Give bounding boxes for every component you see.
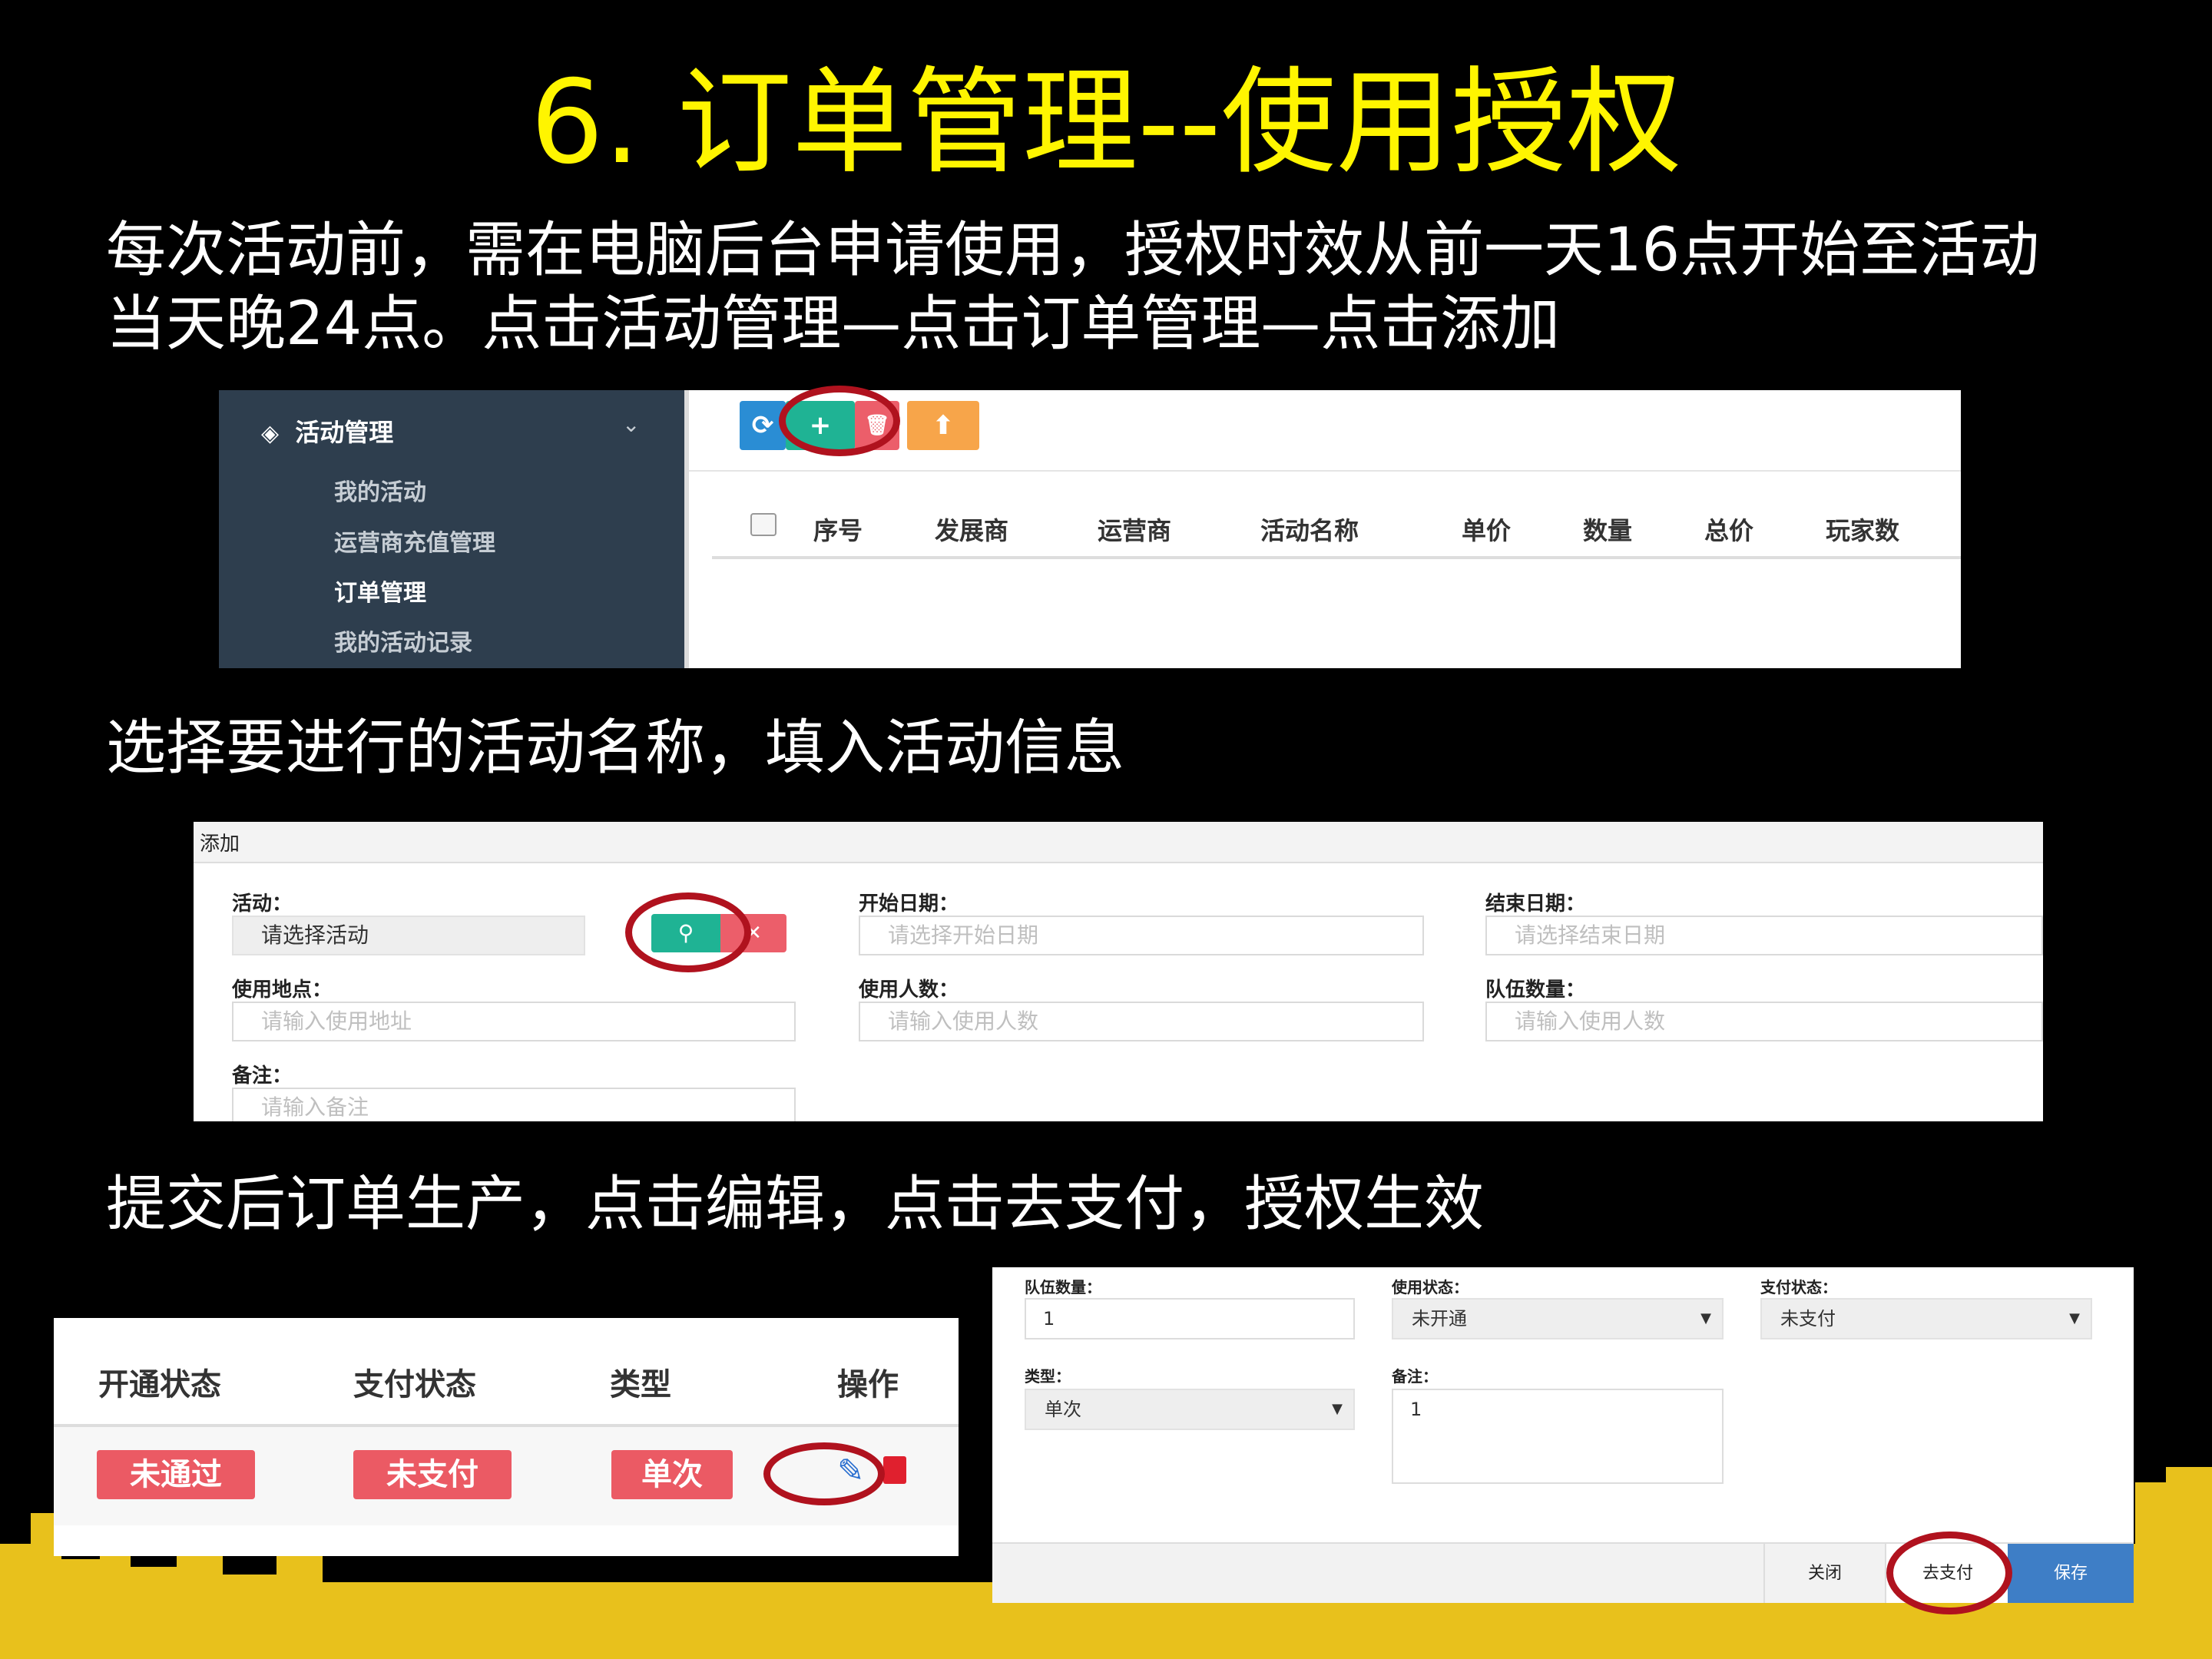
sidebar-item-order-management[interactable]: 订单管理 [334, 574, 426, 608]
dialog-header: 添加 [194, 822, 2043, 863]
column-header-players: 玩家数 [1826, 516, 1900, 545]
caret-down-icon: ▼ [1700, 1310, 1711, 1326]
place-label: 使用地点： [232, 979, 333, 1002]
team-count-input[interactable]: 1 [1025, 1298, 1355, 1339]
note-label: 备注： [232, 1065, 293, 1088]
dialog-title: 添加 [200, 833, 240, 856]
highlight-ring-add [779, 386, 900, 456]
upload-icon: ⬆ [932, 410, 955, 441]
close-button[interactable]: 关闭 [1763, 1544, 1885, 1603]
pay-status-value: 未支付 [1780, 1308, 1836, 1330]
type-label: 类型： [1025, 1367, 1071, 1386]
place-input[interactable]: 请输入使用地址 [232, 1002, 796, 1041]
intro-line-2: 当天晚24点。点击活动管理—点击订单管理—点击添加 [106, 290, 1561, 359]
step-2-text: 选择要进行的活动名称，填入活动信息 [106, 714, 1125, 783]
pay-status-label: 支付状态： [1760, 1278, 1837, 1296]
column-header-quantity: 数量 [1583, 516, 1633, 545]
sidebar-section-label: 活动管理 [295, 418, 394, 447]
column-header-total: 总价 [1704, 516, 1754, 545]
open-status-badge: 未通过 [97, 1450, 255, 1499]
people-label: 使用人数： [859, 979, 959, 1002]
use-status-select[interactable]: 未开通 ▼ [1392, 1298, 1724, 1339]
start-date-label: 开始日期： [859, 892, 959, 916]
cube-icon: ◈ [261, 420, 280, 447]
activity-label: 活动： [232, 892, 293, 916]
sidebar: ◈ 活动管理 ⌄ 我的活动 运营商充值管理 订单管理 我的活动记录 [219, 390, 684, 668]
start-date-input[interactable]: 请选择开始日期 [859, 916, 1424, 955]
step-3-text: 提交后订单生产，点击编辑，点击去支付，授权生效 [106, 1170, 1485, 1239]
table-header-border [712, 556, 1961, 559]
save-button[interactable]: 保存 [2008, 1544, 2134, 1603]
column-header-type: 类型 [610, 1367, 671, 1402]
team-count-label: 队伍数量： [1025, 1278, 1101, 1296]
export-button[interactable]: ⬆ [907, 401, 979, 450]
column-header-pay-status: 支付状态 [353, 1367, 476, 1402]
caret-down-icon: ▼ [2069, 1310, 2080, 1326]
select-all-checkbox[interactable] [750, 513, 777, 536]
caret-down-icon: ▼ [1332, 1401, 1343, 1417]
type-badge: 单次 [611, 1450, 733, 1499]
column-header-index: 序号 [813, 516, 863, 545]
column-header-operator: 运营商 [1098, 516, 1172, 545]
refresh-icon: ⟳ [751, 410, 774, 441]
highlight-ring-search [625, 892, 751, 972]
column-header-action: 操作 [837, 1367, 899, 1402]
column-header-developer: 发展商 [935, 516, 1009, 545]
end-date-input[interactable]: 请选择结束日期 [1485, 916, 2043, 955]
intro-line-1: 每次活动前，需在电脑后台申请使用，授权时效从前一天16点开始至活动 [106, 216, 2040, 285]
divider [689, 470, 1961, 472]
column-header-unit-price: 单价 [1462, 516, 1512, 545]
highlight-ring-edit [763, 1442, 885, 1505]
sidebar-item-my-activity[interactable]: 我的活动 [334, 473, 426, 507]
slide-title: 6. 订单管理--使用授权 [530, 56, 1682, 190]
use-status-value: 未开通 [1412, 1308, 1467, 1330]
people-input[interactable]: 请输入使用人数 [859, 1002, 1424, 1041]
type-value: 单次 [1045, 1399, 1081, 1420]
highlight-ring-pay [1886, 1532, 2012, 1614]
status-row-screenshot: 开通状态 支付状态 类型 操作 未通过 未支付 单次 ✎ [54, 1318, 959, 1556]
sidebar-section-activity[interactable]: ◈ 活动管理 [261, 413, 393, 449]
note-label: 备注： [1392, 1367, 1438, 1386]
delete-trash-icon[interactable] [883, 1456, 906, 1484]
column-header-activity-name: 活动名称 [1260, 516, 1359, 545]
pay-status-badge: 未支付 [353, 1450, 512, 1499]
use-status-label: 使用状态： [1392, 1278, 1469, 1296]
note-input[interactable]: 请输入备注 [232, 1088, 796, 1121]
pay-status-select[interactable]: 未支付 ▼ [1760, 1298, 2092, 1339]
column-header-open-status: 开通状态 [98, 1367, 221, 1402]
note-textarea[interactable]: 1 [1392, 1389, 1724, 1484]
sidebar-item-activity-record[interactable]: 我的活动记录 [334, 624, 472, 657]
team-input[interactable]: 请输入使用人数 [1485, 1002, 2043, 1041]
order-list-screenshot: ◈ 活动管理 ⌄ 我的活动 运营商充值管理 订单管理 我的活动记录 ⟳ + 🗑 … [219, 390, 1961, 668]
chevron-down-icon[interactable]: ⌄ [622, 412, 640, 437]
end-date-label: 结束日期： [1485, 892, 1586, 916]
sidebar-item-recharge[interactable]: 运营商充值管理 [334, 524, 495, 558]
type-select[interactable]: 单次 ▼ [1025, 1389, 1355, 1430]
activity-select-field[interactable]: 请选择活动 [232, 916, 585, 955]
team-label: 队伍数量： [1485, 979, 1586, 1002]
add-form-screenshot: 添加 活动： 请选择活动 ⚲ ✕ 开始日期： 请选择开始日期 结束日期： 请选择… [194, 822, 2043, 1121]
